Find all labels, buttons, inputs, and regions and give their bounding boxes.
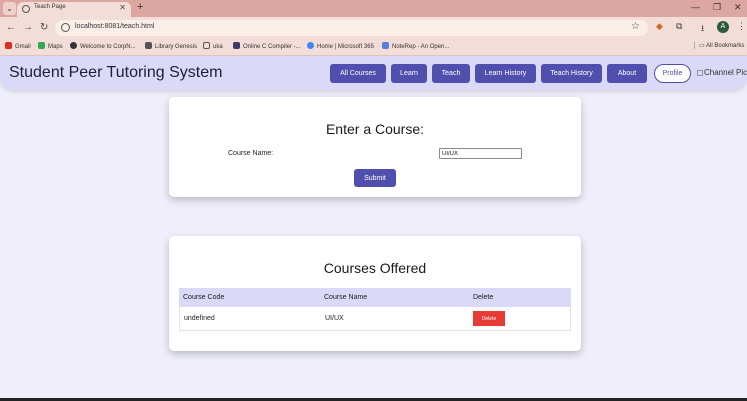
minimize-icon[interactable]: — <box>691 2 700 12</box>
course-name-input[interactable] <box>439 148 522 159</box>
more-menu-icon[interactable]: ⋮ <box>737 21 746 32</box>
broken-image-icon <box>697 70 703 76</box>
folder-icon <box>203 42 210 49</box>
bookmark-uka[interactable]: uka <box>203 42 223 50</box>
forward-icon[interactable]: → <box>23 22 33 33</box>
submit-button[interactable]: Submit <box>354 169 396 187</box>
bookmark-noterep[interactable]: NoteRep - An Open... <box>382 42 449 50</box>
nav-teach[interactable]: Teach <box>432 64 470 83</box>
corpnet-icon <box>70 42 77 49</box>
tab-search-icon[interactable]: ⌄ <box>3 2 16 15</box>
bookmark-microsoft365[interactable]: Home | Microsoft 365 <box>307 42 374 50</box>
url-text: localhost:8081/teach.html <box>75 23 155 30</box>
browser-tabstrip: ⌄ Teach Page ✕ + — ❐ ✕ <box>0 0 747 17</box>
profile-avatar[interactable]: A <box>717 21 729 33</box>
download-icon[interactable]: ⭳ <box>701 21 704 37</box>
globe-icon <box>22 5 30 13</box>
microsoft-icon <box>307 42 314 49</box>
table-header: Course Code Course Name Delete <box>179 288 571 307</box>
nav-about[interactable]: About <box>607 64 647 83</box>
metamask-extension-icon[interactable]: ◆ <box>656 21 663 32</box>
bookmark-maps[interactable]: Maps <box>38 42 63 50</box>
bookmark-libgen[interactable]: Library Genesis <box>145 42 197 50</box>
enter-course-card: Enter a Course: Course Name: Submit <box>169 97 581 197</box>
delete-button[interactable]: Delete <box>473 311 505 326</box>
extensions-icon[interactable]: ⧉ <box>676 21 682 32</box>
address-bar[interactable]: localhost:8081/teach.html ☆ <box>55 20 648 36</box>
courses-offered-title: Courses Offered <box>323 260 427 276</box>
nav-all-courses[interactable]: All Courses <box>330 64 386 83</box>
bookmarks-bar: Gmail Maps Welcome to CorpN... Library G… <box>0 39 747 56</box>
nav-teach-history[interactable]: Teach History <box>541 64 602 83</box>
close-tab-icon[interactable]: ✕ <box>119 3 126 12</box>
maps-icon <box>38 42 45 49</box>
bookmark-online-compiler[interactable]: Online C Compiler -... <box>233 42 301 50</box>
compiler-icon <box>233 42 240 49</box>
browser-toolbar: ← → ↻ localhost:8081/teach.html ☆ ◆ ⧉ ⭳ … <box>0 17 747 39</box>
all-bookmarks[interactable]: ▭ All Bookmarks <box>694 42 744 49</box>
noterep-icon <box>382 42 389 49</box>
column-header-course-name: Course Name <box>324 294 368 301</box>
close-window-icon[interactable]: ✕ <box>734 2 742 13</box>
enter-course-title: Enter a Course: <box>325 121 425 137</box>
nav-learn-history[interactable]: Learn History <box>475 64 536 83</box>
folder-icon: ▭ <box>699 43 707 49</box>
bookmark-gmail[interactable]: Gmail <box>5 42 31 50</box>
courses-table: Course Code Course Name Delete undefined… <box>179 288 571 331</box>
profile-button[interactable]: Profile <box>654 64 691 83</box>
back-icon[interactable]: ← <box>6 22 16 33</box>
courses-offered-card: Courses Offered Course Code Course Name … <box>169 236 581 351</box>
course-code-cell: undefined <box>184 315 215 322</box>
site-info-icon[interactable] <box>61 23 70 32</box>
reload-icon[interactable]: ↻ <box>40 22 48 33</box>
gmail-icon <box>5 42 12 49</box>
column-header-course-code: Course Code <box>183 294 225 301</box>
bookmark-corpnet[interactable]: Welcome to CorpN... <box>70 42 136 50</box>
library-icon <box>145 42 152 49</box>
column-header-delete: Delete <box>473 294 494 301</box>
course-name-cell: UI/UX <box>325 315 344 322</box>
course-name-label: Course Name: <box>228 150 274 157</box>
app-title: Student Peer Tutoring System <box>9 64 223 81</box>
restore-icon[interactable]: ❐ <box>713 2 721 13</box>
nav-learn[interactable]: Learn <box>391 64 427 83</box>
browser-tab[interactable]: Teach Page ✕ <box>17 2 131 17</box>
app-header: Student Peer Tutoring System All Courses… <box>0 56 747 90</box>
bookmark-star-icon[interactable]: ☆ <box>631 21 640 32</box>
table-row: undefined UI/UX Delete <box>179 307 571 331</box>
channel-pic-image[interactable]: Channel Pic <box>697 68 747 77</box>
new-tab-icon[interactable]: + <box>137 1 143 13</box>
tab-title: Teach Page <box>34 4 66 10</box>
